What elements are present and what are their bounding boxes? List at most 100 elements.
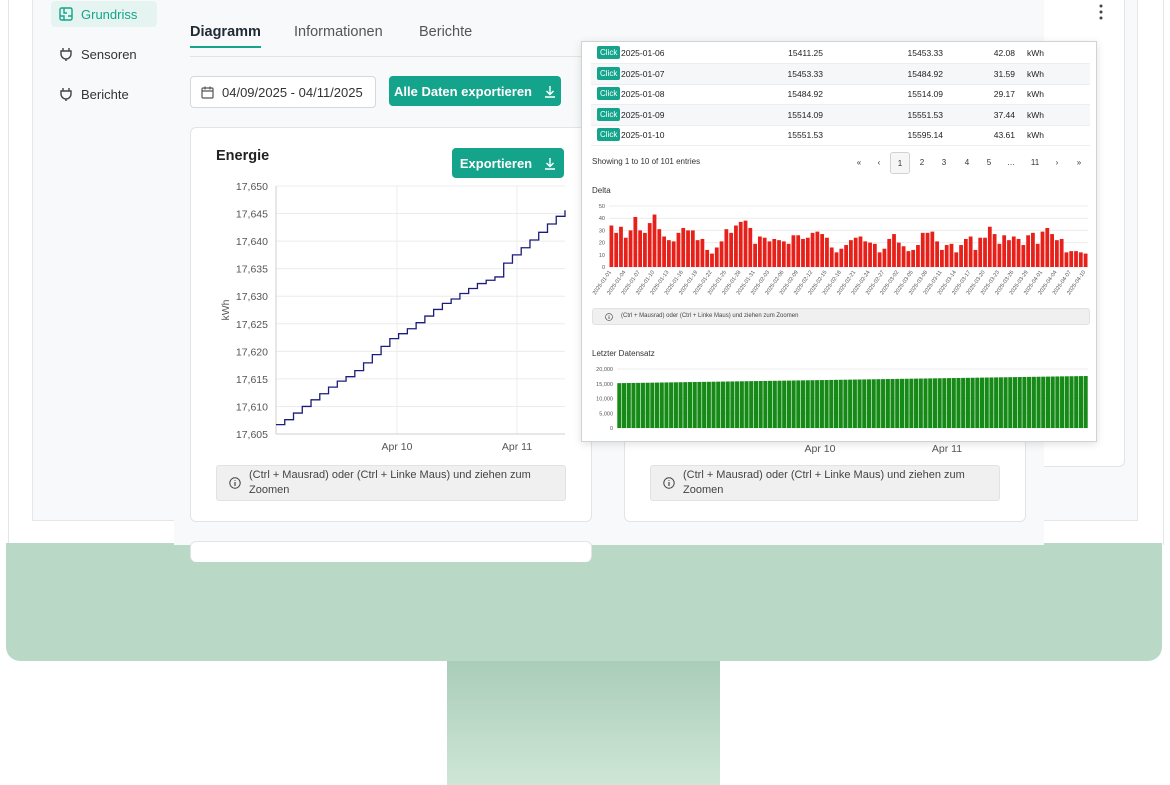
plug-icon (60, 88, 72, 101)
last-record-bar (659, 382, 664, 428)
delta-bar (609, 225, 614, 267)
last-record-bar (782, 380, 787, 428)
page-button[interactable]: 3 (935, 152, 953, 172)
delta-bar (1026, 235, 1031, 267)
page-button[interactable]: 11 (1026, 152, 1044, 172)
page-button[interactable]: » (1070, 152, 1088, 172)
tab-bar: Diagramm Informationen Berichte (190, 18, 610, 57)
x-tick-label: Apr 11 (502, 441, 532, 453)
delta-bar (753, 243, 757, 267)
page-button[interactable]: 2 (913, 152, 931, 172)
delta-bar (882, 248, 887, 267)
sidebar-item-berichte[interactable]: Berichte (51, 81, 157, 107)
delta-bar (695, 240, 700, 267)
last-record-bar (1041, 376, 1046, 428)
delta-bar (767, 241, 772, 267)
tab-informationen[interactable]: Informationen (294, 24, 383, 40)
last-record-bar (895, 378, 900, 428)
delta-bar (997, 243, 1002, 267)
delta-bar (940, 249, 944, 267)
delta-bar (1069, 251, 1074, 267)
last-record-bar (838, 379, 843, 428)
tab-diagramm[interactable]: Diagramm (190, 24, 261, 48)
last-record-bar (683, 382, 688, 428)
y-tick-label: 17,650 (236, 181, 268, 193)
zoom-hint: (Ctrl + Mausrad) oder (Ctrl + Linke Maus… (592, 308, 1090, 325)
last-record-bar (994, 377, 999, 428)
delta-bar (801, 238, 805, 267)
info-icon (663, 477, 675, 489)
delta-bar (973, 249, 978, 267)
last-record-chart-title: Letzter Datensatz (592, 349, 655, 358)
delta-bar (714, 247, 719, 267)
last-record-bar (965, 377, 970, 428)
last-record-bar (706, 381, 711, 428)
delta-bar (724, 229, 729, 267)
y-tick-label: 17,615 (236, 374, 268, 386)
export-all-label: Alle Daten exportieren (394, 83, 532, 99)
sidebar-item-grundriss[interactable]: Grundriss (51, 1, 157, 27)
last-record-bar (720, 381, 726, 428)
click-badge[interactable]: Click (597, 128, 621, 141)
sidebar-item-sensoren[interactable]: Sensoren (51, 41, 157, 67)
y-tick-label: 0 (602, 265, 605, 271)
last-record-bar (914, 378, 919, 428)
page-button[interactable]: … (1002, 152, 1020, 172)
last-record-bar (947, 378, 952, 428)
delta-bar (920, 232, 925, 267)
last-record-bar (998, 377, 1003, 428)
click-badge[interactable]: Click (597, 87, 621, 100)
page-button[interactable]: 4 (958, 152, 976, 172)
delta-bar (796, 235, 801, 267)
info-icon (229, 477, 241, 489)
zoom-hint-text: (Ctrl + Mausrad) oder (Ctrl + Linke Maus… (621, 313, 799, 319)
last-record-bar (970, 377, 975, 428)
last-record-bar (725, 381, 730, 428)
last-record-bar (862, 379, 867, 428)
delta-bar (777, 240, 781, 267)
delta-bar (1040, 231, 1045, 267)
click-badge[interactable]: Click (597, 107, 621, 121)
delta-bar (1031, 232, 1035, 267)
sidebar: Grundriss Sensoren Berichte (32, 0, 174, 520)
page-button[interactable]: 5 (980, 152, 998, 172)
last-record-bar (1064, 376, 1069, 428)
date-range-picker[interactable]: 04/09/2025 - 04/11/2025 (190, 76, 376, 108)
delta-bar (719, 241, 724, 267)
more-options-icon[interactable] (1099, 4, 1103, 20)
energy-card: Energie Exportieren 17,650 17,645 17,640 17… (190, 127, 592, 522)
page-button[interactable]: ‹ (870, 152, 888, 172)
y-tick-label: 10 (599, 253, 605, 259)
delta-bar (628, 230, 633, 267)
page-button[interactable]: « (850, 152, 868, 172)
page-button[interactable]: › (1048, 152, 1066, 172)
export-all-button[interactable]: Alle Daten exportieren (389, 76, 561, 106)
tab-berichte[interactable]: Berichte (419, 24, 472, 40)
delta-bar (992, 234, 997, 267)
end-value-cell: 15551.53 (907, 109, 943, 120)
y-axis-label: kWh (220, 299, 232, 320)
last-record-bar (979, 377, 985, 428)
energy-line-chart[interactable]: 17,650 17,645 17,640 17,635 17,630 17,625 17,6… (191, 128, 591, 463)
delta-bar (930, 231, 935, 267)
last-record-bar (640, 382, 645, 428)
energy-series-line (276, 210, 566, 426)
delta-bar (686, 230, 690, 267)
entries-info: Showing 1 to 10 of 101 entries (592, 157, 701, 166)
table-row: Click 2025-01-10 15551.53 15595.14 43.61 kWh (591, 125, 1090, 146)
unit-cell: kWh (1027, 109, 1044, 120)
last-record-bar (848, 379, 853, 428)
delta-bar (1059, 238, 1064, 267)
last-record-bar-chart[interactable]: 20,000 15,000 10,000 5,000 0 (582, 362, 1096, 442)
delta-bar-chart[interactable]: 504030201002025-01-012025-01-042025-01-0… (582, 197, 1096, 307)
last-record-bar (904, 378, 909, 428)
page-button[interactable]: 1 (890, 152, 910, 174)
delta-bar (978, 237, 983, 267)
unit-cell: kWh (1027, 48, 1044, 58)
delta-bar (690, 230, 695, 267)
zoom-hint-text: (Ctrl + Mausrad) oder (Ctrl + Linke Maus… (683, 469, 965, 496)
click-badge[interactable]: Click (597, 46, 621, 59)
delta-bar (734, 225, 738, 267)
click-badge[interactable]: Click (597, 66, 621, 80)
last-record-bar (617, 383, 622, 428)
